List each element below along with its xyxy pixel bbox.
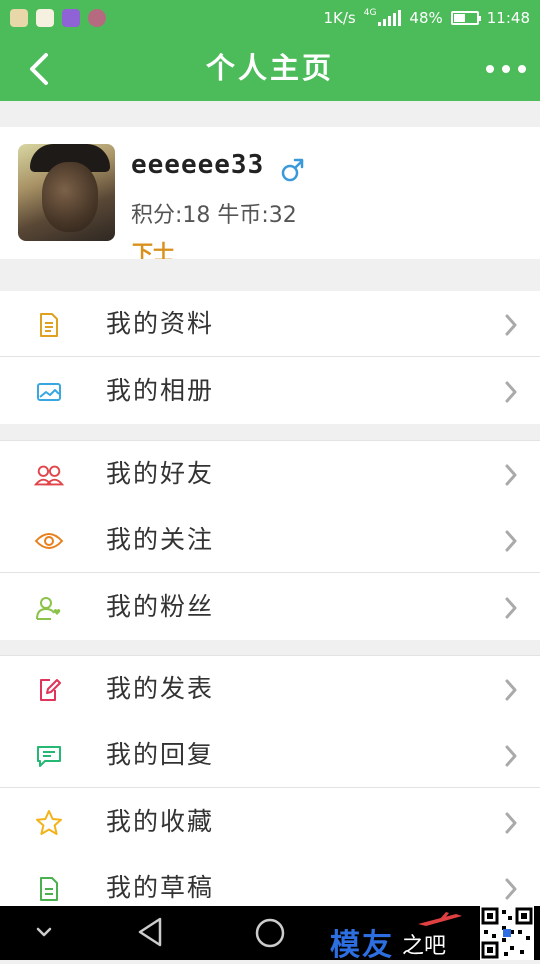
chevron-right-icon — [505, 314, 517, 336]
notification-photo-icon — [88, 9, 106, 27]
battery-fill — [453, 14, 465, 22]
menu-item-label: 我的粉丝 — [106, 592, 215, 621]
menu-item-my-posts[interactable]: 我的发表 — [0, 656, 540, 722]
menu-item-label: 我的发表 — [106, 674, 215, 703]
app-bar: 个人主页 — [0, 36, 540, 101]
chevron-right-icon — [505, 679, 517, 701]
points-info: 积分:18 牛币:32 — [131, 203, 297, 228]
menu-item-my-following[interactable]: 我的关注 — [0, 507, 540, 573]
menu-item-my-album[interactable]: 我的相册 — [0, 358, 540, 424]
battery-percent: 48% — [409, 9, 443, 27]
menu-item-label: 我的好友 — [106, 459, 215, 488]
menu-item-my-profile[interactable]: 我的资料 — [0, 291, 540, 357]
document-icon — [34, 310, 64, 340]
menu-item-label: 我的关注 — [106, 525, 215, 554]
status-notification-icons — [10, 9, 106, 27]
signal-icon — [378, 10, 402, 26]
page-title: 个人主页 — [205, 51, 334, 85]
net-speed: 1K/s — [323, 9, 356, 27]
chevron-down-icon[interactable] — [34, 922, 54, 946]
system-nav-bar: 模友 之吧 — [0, 906, 540, 963]
menu-item-label: 我的回复 — [106, 740, 215, 769]
profile-card[interactable] — [0, 127, 540, 259]
menu-item-label: 我的收藏 — [106, 807, 215, 836]
comment-icon — [34, 741, 64, 771]
menu-item-my-fans[interactable]: 我的粉丝 — [0, 574, 540, 640]
watermark-logo: 模友 之吧 — [330, 910, 480, 963]
notification-avatar-icon — [36, 9, 54, 27]
chevron-right-icon — [505, 597, 517, 619]
watermark-brand: 模友 — [330, 928, 394, 963]
chevron-right-icon — [505, 812, 517, 834]
draft-icon — [34, 874, 64, 904]
status-bar: 1K/s 4G 48% 11:48 — [0, 0, 540, 36]
back-triangle-icon[interactable] — [136, 916, 164, 952]
more-dots-icon[interactable] — [486, 58, 526, 80]
menu-group-profile: 我的资料 我的相册 — [0, 291, 540, 424]
user-heart-icon — [34, 593, 64, 623]
chevron-left-icon[interactable] — [22, 52, 56, 86]
avatar[interactable] — [18, 144, 115, 241]
friends-icon — [34, 460, 64, 490]
notification-app-icon — [10, 9, 28, 27]
clock: 11:48 — [486, 9, 530, 27]
airplane-icon — [418, 912, 462, 926]
chevron-right-icon — [505, 381, 517, 403]
qr-code-icon — [480, 906, 534, 960]
menu-item-label: 我的相册 — [106, 376, 215, 405]
star-icon — [34, 808, 64, 838]
username: eeeeee33 — [131, 150, 265, 180]
watermark-suffix: 之吧 — [402, 934, 447, 959]
menu-item-my-replies[interactable]: 我的回复 — [0, 722, 540, 788]
menu-group-social: 我的好友 我的关注 我的粉丝 — [0, 440, 540, 640]
chevron-right-icon — [505, 464, 517, 486]
eye-icon — [34, 526, 64, 556]
menu-item-my-favorites[interactable]: 我的收藏 — [0, 789, 540, 855]
menu-item-label: 我的资料 — [106, 309, 215, 338]
chevron-right-icon — [505, 745, 517, 767]
network-type: 4G — [363, 8, 377, 18]
chevron-right-icon — [505, 530, 517, 552]
chevron-right-icon — [505, 878, 517, 900]
battery-icon — [450, 11, 481, 25]
edit-icon — [34, 675, 64, 705]
menu-group-content: 我的发表 我的回复 我的收藏 我的草稿 — [0, 655, 540, 907]
menu-item-my-friends[interactable]: 我的好友 — [0, 441, 540, 507]
notification-gallery-icon — [62, 9, 80, 27]
home-circle-icon[interactable] — [254, 917, 286, 953]
male-gender-icon — [281, 157, 305, 187]
image-icon — [34, 377, 64, 407]
